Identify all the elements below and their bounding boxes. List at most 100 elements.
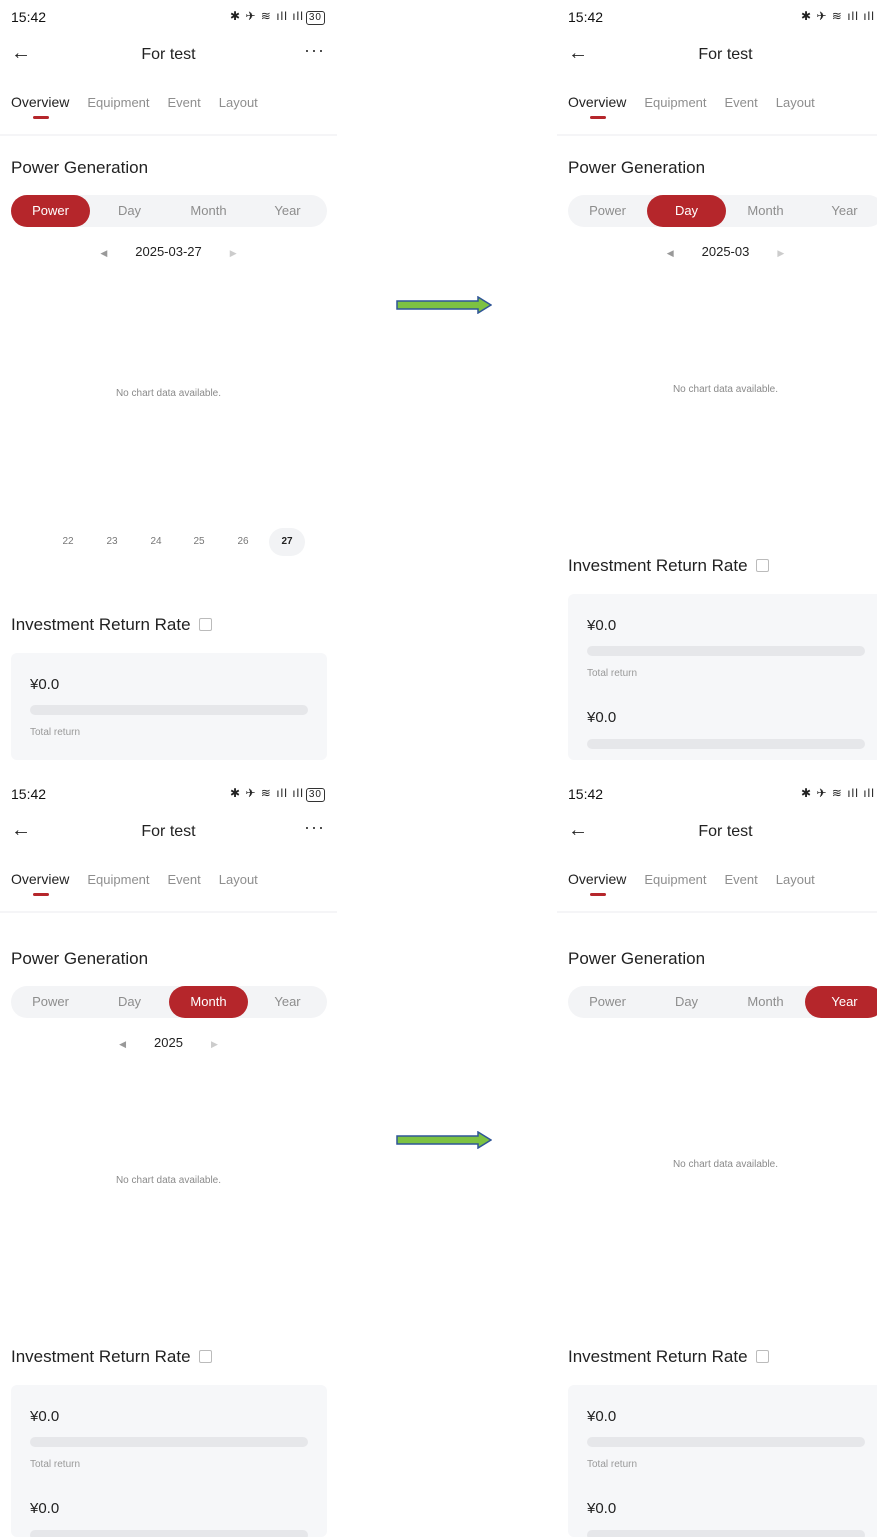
edit-icon[interactable] (755, 1350, 769, 1363)
next-date-icon[interactable]: ▶ (777, 248, 784, 258)
return-progress-bar (30, 1437, 308, 1447)
top-bar: ← For test ··· (0, 38, 337, 74)
segment-day[interactable]: Day (647, 195, 726, 227)
top-bar: ← For test ··· (0, 815, 337, 851)
tab-equipment[interactable]: Equipment (644, 872, 706, 887)
date-value: 2025-03 (701, 244, 750, 259)
tab-overview[interactable]: Overview (11, 871, 69, 896)
total-return-label: Total return (587, 668, 638, 679)
status-time: 15:42 (568, 786, 604, 802)
status-icons: ✱ ✈ ≋ ıll ıll30 (230, 786, 325, 802)
date-value: 2025 (154, 1035, 183, 1050)
second-progress-bar (587, 1530, 865, 1537)
day-item[interactable]: 23 (94, 528, 130, 556)
day-item[interactable]: 25 (181, 528, 217, 556)
segment-power[interactable]: Power (11, 195, 90, 227)
investment-title-text: Investment Return Rate (568, 1347, 748, 1366)
status-time: 15:42 (11, 9, 47, 25)
tab-equipment[interactable]: Equipment (87, 872, 149, 887)
power-generation-title: Power Generation (568, 158, 706, 177)
tab-overview[interactable]: Overview (11, 94, 69, 119)
status-icons: ✱ ✈ ≋ ıll ıll30 (230, 9, 325, 25)
divider (0, 134, 337, 136)
tab-bar: Overview Equipment Event Layout (568, 871, 833, 901)
period-segmented-control: Power Day Month Year (11, 195, 327, 227)
second-progress-bar (30, 1530, 308, 1537)
next-date-icon[interactable]: ▶ (230, 248, 237, 258)
total-return-label: Total return (30, 727, 81, 738)
status-icons: ✱ ✈ ≋ ıll ıll30 (801, 9, 877, 25)
more-options-icon[interactable]: ··· (304, 817, 325, 838)
segment-power[interactable]: Power (11, 986, 90, 1018)
tab-bar: Overview Equipment Event Layout (11, 871, 276, 901)
day-item-active[interactable]: 27 (269, 528, 305, 556)
investment-title: Investment Return Rate (11, 615, 212, 635)
total-return-amount: ¥0.0 (30, 1408, 60, 1425)
status-bar: 15:42 ✱ ✈ ≋ ıll ıll30 (11, 786, 331, 804)
day-item[interactable]: 24 (138, 528, 174, 556)
screen-month: 15:42 ✱ ✈ ≋ ıll ıll 30 ← For test ··· Ove… (0, 777, 337, 1537)
next-date-icon[interactable]: ▶ (211, 1039, 218, 1049)
divider (557, 134, 877, 136)
tab-overview[interactable]: Overview (568, 94, 626, 119)
edit-icon[interactable] (755, 559, 769, 572)
investment-title-text: Investment Return Rate (11, 1347, 191, 1366)
segment-year[interactable]: Year (805, 195, 877, 227)
status-bar: 15:42 ✱ ✈ ≋ ıll ıll30 (568, 9, 877, 27)
transition-arrow-icon (396, 296, 492, 314)
divider (557, 911, 877, 913)
power-generation-title: Power Generation (11, 949, 149, 968)
investment-card: ¥0.0 Total return ¥0.0 (568, 594, 877, 760)
date-navigator: ◀ 2025 ▶ (0, 1035, 337, 1050)
prev-date-icon[interactable]: ◀ (667, 248, 674, 258)
segment-year[interactable]: Year (805, 986, 877, 1018)
page-title: For test (141, 46, 196, 63)
prev-date-icon[interactable]: ◀ (100, 248, 107, 258)
tab-event[interactable]: Event (168, 95, 201, 110)
segment-month[interactable]: Month (169, 986, 248, 1018)
screen-year: 15:42 ✱ ✈ ≋ ıll ıll30 ← For test ··· Ove… (557, 777, 877, 1537)
segment-year[interactable]: Year (248, 195, 327, 227)
investment-title-text: Investment Return Rate (11, 615, 191, 634)
date-value: 2025-03-27 (135, 244, 202, 259)
tab-layout[interactable]: Layout (776, 872, 815, 887)
segment-month[interactable]: Month (169, 195, 248, 227)
edit-icon[interactable] (198, 618, 212, 631)
segment-month[interactable]: Month (726, 195, 805, 227)
prev-date-icon[interactable]: ◀ (119, 1039, 126, 1049)
return-progress-bar (587, 646, 865, 656)
segment-month[interactable]: Month (726, 986, 805, 1018)
day-item[interactable]: 26 (225, 528, 261, 556)
tab-equipment[interactable]: Equipment (87, 95, 149, 110)
tab-layout[interactable]: Layout (219, 872, 258, 887)
second-return-amount: ¥0.0 (587, 1500, 617, 1517)
tab-equipment[interactable]: Equipment (644, 95, 706, 110)
tab-layout[interactable]: Layout (219, 95, 258, 110)
tab-layout[interactable]: Layout (776, 95, 815, 110)
power-generation-title: Power Generation (568, 949, 706, 968)
segment-power[interactable]: Power (568, 986, 647, 1018)
segment-day[interactable]: Day (90, 195, 169, 227)
no-chart-data: No chart data available. (115, 388, 222, 399)
investment-title: Investment Return Rate (11, 1347, 212, 1367)
segment-year[interactable]: Year (248, 986, 327, 1018)
edit-icon[interactable] (198, 1350, 212, 1363)
investment-title: Investment Return Rate (568, 1347, 769, 1367)
segment-day[interactable]: Day (90, 986, 169, 1018)
day-item[interactable]: 22 (50, 528, 86, 556)
total-return-label: Total return (587, 1459, 638, 1470)
tab-event[interactable]: Event (725, 872, 758, 887)
more-options-icon[interactable]: ··· (304, 40, 325, 61)
second-return-amount: ¥0.0 (30, 1500, 60, 1517)
tab-event[interactable]: Event (168, 872, 201, 887)
date-navigator: ◀ 2025-03 ▶ (557, 244, 877, 259)
segment-power[interactable]: Power (568, 195, 647, 227)
segment-day[interactable]: Day (647, 986, 726, 1018)
tab-overview[interactable]: Overview (568, 871, 626, 896)
tab-bar: Overview Equipment Event Layout (568, 94, 833, 124)
total-return-amount: ¥0.0 (587, 1408, 617, 1425)
screen-day: 15:42 ✱ ✈ ≋ ıll ıll30 ← For test ··· Ove… (557, 0, 877, 760)
tab-event[interactable]: Event (725, 95, 758, 110)
no-chart-data: No chart data available. (115, 1175, 222, 1186)
period-segmented-control: Power Day Month Year (568, 195, 877, 227)
